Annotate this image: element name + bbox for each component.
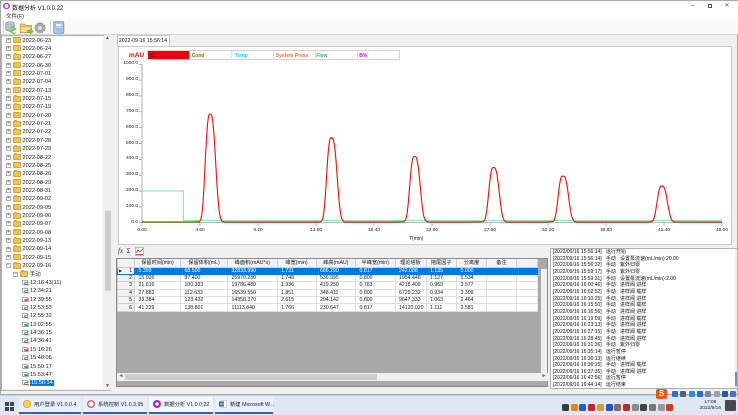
svg-text:W: W (220, 402, 225, 407)
